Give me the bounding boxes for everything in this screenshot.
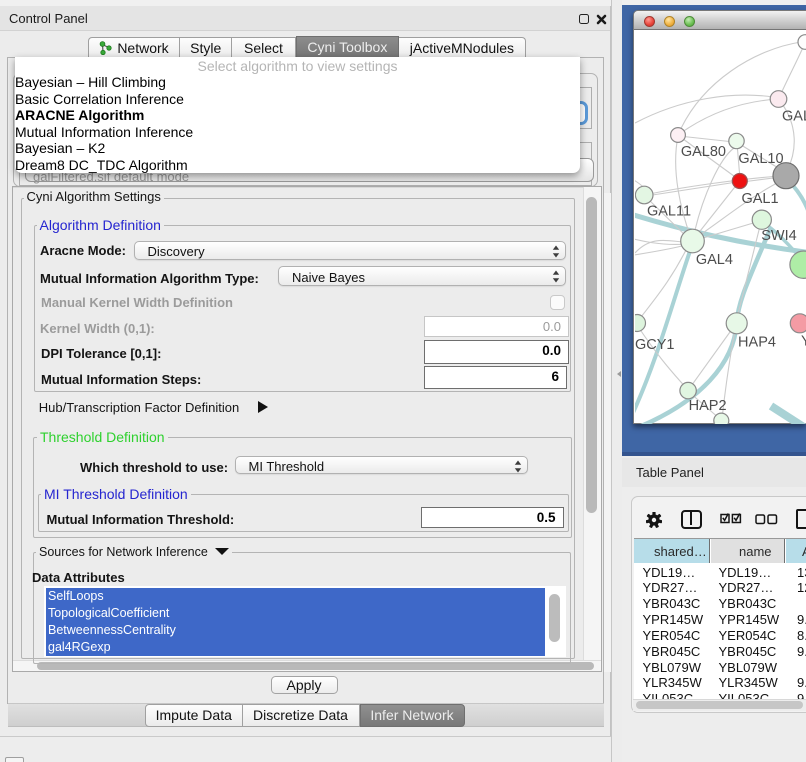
svg-text:GAL80: GAL80 xyxy=(681,144,726,160)
svg-text:Y: Y xyxy=(801,334,806,350)
svg-text:GAL1: GAL1 xyxy=(741,191,778,207)
svg-text:GCY1: GCY1 xyxy=(635,337,675,353)
svg-text:GAL11: GAL11 xyxy=(647,204,691,220)
svg-text:HAP2: HAP2 xyxy=(689,398,727,414)
svg-text:HAP4: HAP4 xyxy=(738,335,776,351)
svg-text:GAL10: GAL10 xyxy=(738,151,783,167)
svg-text:GAL4: GAL4 xyxy=(696,252,733,268)
svg-text:GAL8: GAL8 xyxy=(782,109,806,125)
svg-text:SWI4: SWI4 xyxy=(761,228,796,244)
